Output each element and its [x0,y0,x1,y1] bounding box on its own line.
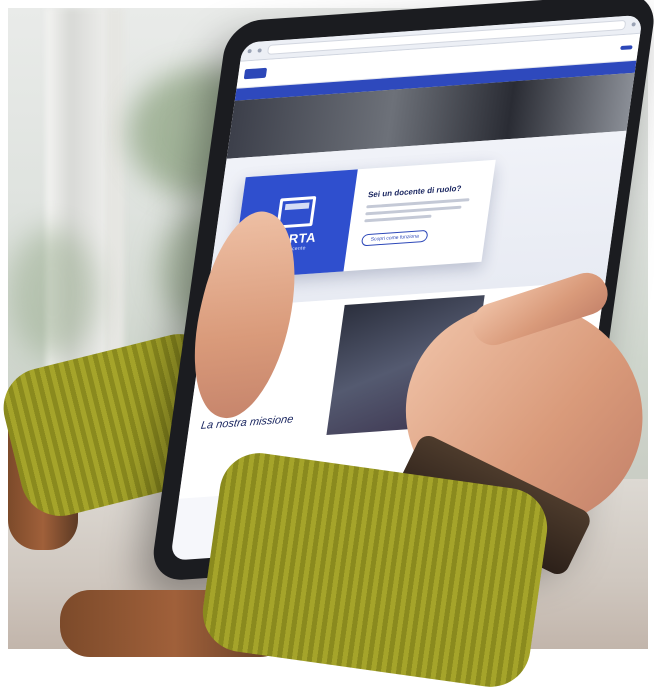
card-body-line [364,214,432,223]
foliage-blur [8,228,98,358]
window-frame-edge [106,8,124,388]
forward-icon[interactable] [257,48,262,53]
site-logo[interactable] [243,67,268,80]
card-cta-button[interactable]: Scopri come funziona [360,229,429,247]
back-icon[interactable] [247,49,252,54]
card-text: Sei un docente di ruolo? Scopri come fun… [343,160,495,272]
mission-title: La nostra missione [200,413,295,432]
nav-cta-button[interactable] [620,45,633,51]
card-question: Sei un docente di ruolo? [367,183,463,200]
share-icon[interactable] [631,22,636,27]
photo-scene: CARTA del docente Sei un docente di ruol… [0,0,654,692]
